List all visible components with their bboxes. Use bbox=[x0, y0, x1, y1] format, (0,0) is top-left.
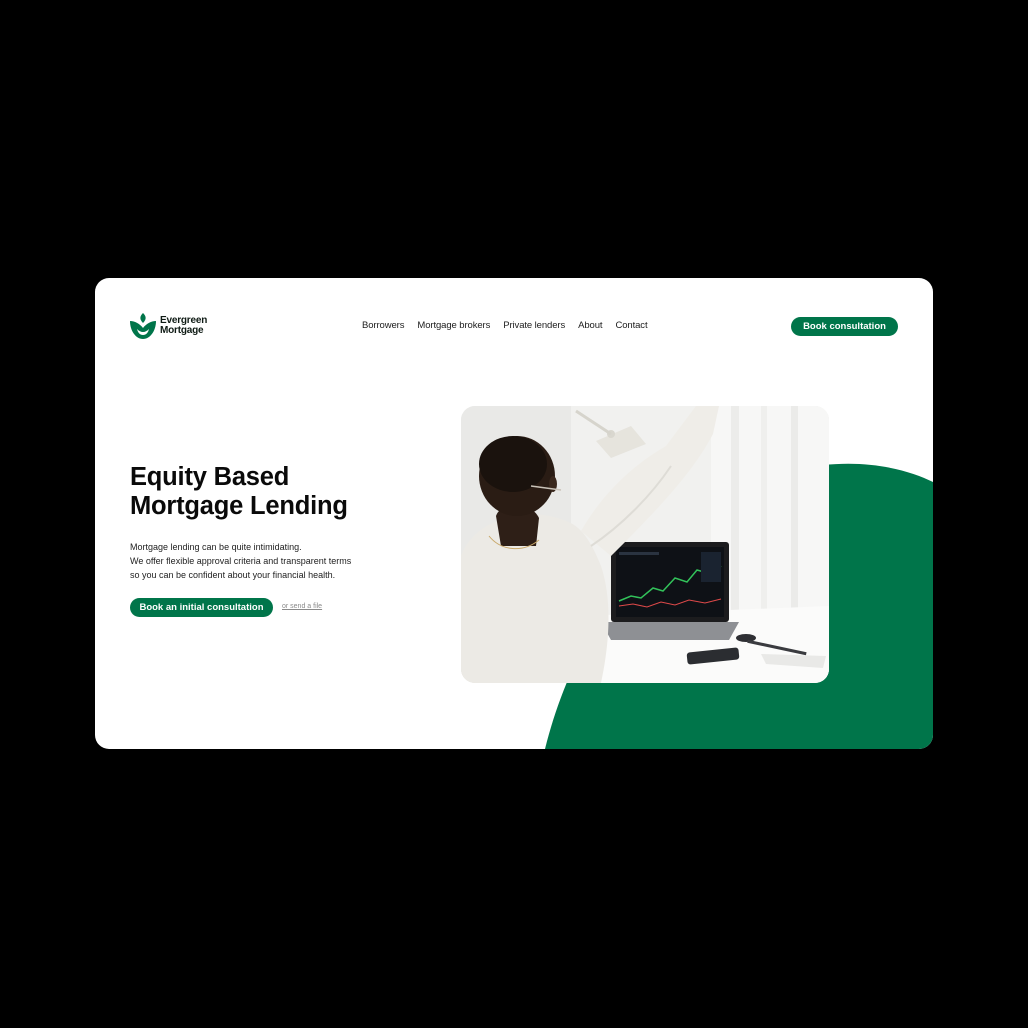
hero-photo bbox=[461, 406, 829, 683]
nav-item-mortgage-brokers[interactable]: Mortgage brokers bbox=[417, 320, 490, 331]
hero-title: Equity Based Mortgage Lending bbox=[130, 463, 430, 521]
hero-title-line2: Mortgage Lending bbox=[130, 492, 348, 520]
book-consultation-button[interactable]: Book consultation bbox=[791, 317, 898, 336]
leaf-drop-icon bbox=[130, 313, 156, 339]
book-initial-consultation-button[interactable]: Book an initial consultation bbox=[130, 598, 273, 617]
brand-name-line2: Mortgage bbox=[160, 325, 204, 336]
landing-page-card: Evergreen Mortgage Borrowers Mortgage br… bbox=[95, 278, 933, 749]
brand-logo[interactable]: Evergreen Mortgage bbox=[129, 312, 207, 340]
nav-item-contact[interactable]: Contact bbox=[615, 320, 647, 331]
hero-desc-line2: We offer flexible approval criteria and … bbox=[130, 556, 352, 566]
nav-item-private-lenders[interactable]: Private lenders bbox=[503, 320, 565, 331]
hero-title-line1: Equity Based bbox=[130, 463, 290, 491]
nav-item-borrowers[interactable]: Borrowers bbox=[362, 320, 404, 331]
send-file-link[interactable]: or send a file bbox=[282, 603, 322, 610]
hero-description: Mortgage lending can be quite intimidati… bbox=[130, 540, 430, 582]
hero-desc-line3: so you can be confident about your finan… bbox=[130, 570, 336, 580]
nav-item-about[interactable]: About bbox=[578, 320, 602, 331]
main-nav: Borrowers Mortgage brokers Private lende… bbox=[362, 320, 648, 331]
hero-desc-line1: Mortgage lending can be quite intimidati… bbox=[130, 542, 302, 552]
